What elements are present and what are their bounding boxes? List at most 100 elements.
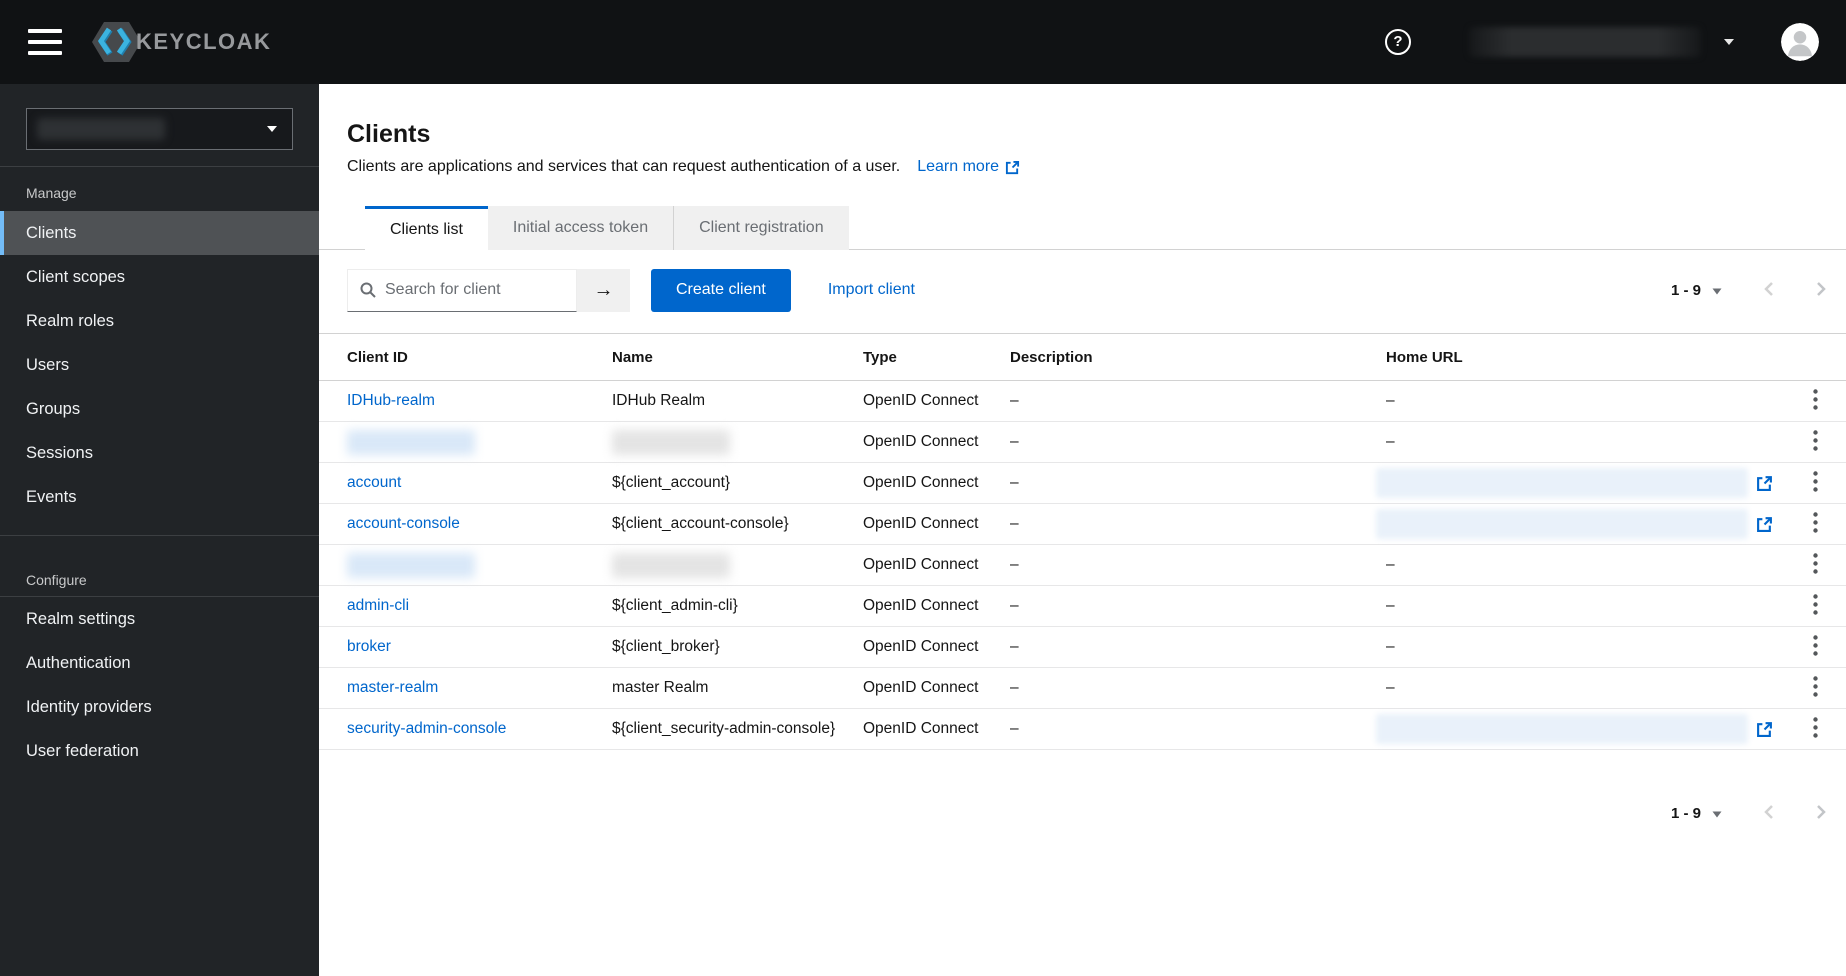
pagination-next-button[interactable] (1812, 800, 1830, 827)
client-id-link-account-console[interactable]: account-console (347, 515, 460, 532)
search-group: → (347, 268, 630, 312)
caret-down-icon (1712, 811, 1722, 818)
pagination-prev-button[interactable] (1760, 800, 1778, 827)
help-icon[interactable]: ? (1385, 29, 1411, 55)
sidebar-item-authentication[interactable]: Authentication (0, 641, 319, 685)
home-url-external-link[interactable] (1756, 721, 1773, 738)
client-name-cell: ${client_account-console} (612, 515, 789, 532)
pagination-range-label: 1 - 9 (1670, 805, 1701, 822)
row-kebab-menu-button[interactable] (1807, 426, 1824, 458)
external-link-icon (1005, 160, 1020, 174)
pagination-next-button[interactable] (1812, 277, 1830, 304)
column-header-description: Description (1010, 348, 1093, 366)
table-row: admin-cli ${client_admin-cli} OpenID Con… (319, 586, 1846, 627)
pagination-range-label: 1 - 9 (1670, 281, 1701, 299)
client-type-cell: OpenID Connect (863, 720, 979, 737)
sidebar-item-sessions[interactable]: Sessions (0, 431, 319, 475)
clients-table: Client ID Name Type Description Home URL… (319, 333, 1846, 750)
client-home-url-cell: – (1386, 433, 1395, 450)
nav-section-title-manage: Manage (26, 185, 77, 201)
learn-more-link[interactable]: Learn more (917, 158, 1020, 176)
create-client-button[interactable]: Create client (651, 268, 791, 312)
client-home-url-cell: – (1386, 392, 1395, 409)
chevron-right-icon (1817, 281, 1826, 296)
table-row: OpenID Connect – – (319, 422, 1846, 463)
client-id-link-master-realm[interactable]: master-realm (347, 679, 438, 696)
sidebar-item-user-federation[interactable]: User federation (0, 729, 319, 773)
search-icon (360, 282, 376, 298)
client-type-cell: OpenID Connect (863, 474, 979, 491)
table-row: security-admin-console ${client_security… (319, 709, 1846, 750)
kebab-icon (1812, 635, 1818, 656)
pagination-prev-button[interactable] (1760, 277, 1778, 304)
main-content: Clients Clients are applications and ser… (319, 84, 1846, 976)
sidebar-item-events[interactable]: Events (0, 475, 319, 519)
home-url-redacted (1376, 468, 1748, 498)
pagination-options-toggle[interactable] (1710, 281, 1724, 300)
pagination-options-toggle[interactable] (1710, 804, 1724, 823)
sidebar-item-identity-providers[interactable]: Identity providers (0, 685, 319, 729)
table-row: account ${client_account} OpenID Connect… (319, 463, 1846, 504)
sidebar-item-users[interactable]: Users (0, 343, 319, 387)
client-type-cell: OpenID Connect (863, 597, 979, 614)
client-type-cell: OpenID Connect (863, 638, 979, 655)
row-kebab-menu-button[interactable] (1807, 631, 1824, 663)
search-submit-button[interactable]: → (577, 268, 630, 312)
kebab-icon (1812, 512, 1818, 533)
client-description-cell: – (1010, 392, 1019, 409)
external-link-icon (1757, 516, 1772, 532)
client-id-link-admin-cli[interactable]: admin-cli (347, 597, 409, 614)
row-kebab-menu-button[interactable] (1807, 385, 1824, 417)
client-description-cell: – (1010, 679, 1019, 696)
import-client-link[interactable]: Import client (828, 281, 915, 299)
home-url-external-link[interactable] (1756, 516, 1773, 533)
client-id-redacted (347, 552, 475, 578)
client-id-link-security-admin-console[interactable]: security-admin-console (347, 720, 506, 737)
tab-client-registration[interactable]: Client registration (673, 206, 849, 250)
chevron-left-icon (1764, 805, 1773, 819)
row-kebab-menu-button[interactable] (1807, 590, 1824, 622)
search-box (347, 268, 577, 312)
row-kebab-menu-button[interactable] (1807, 549, 1824, 581)
tab-clients-list[interactable]: Clients list (365, 206, 488, 251)
client-id-link-idhub-realm[interactable]: IDHub-realm (347, 392, 435, 409)
home-url-external-link[interactable] (1756, 475, 1773, 492)
row-kebab-menu-button[interactable] (1807, 508, 1824, 540)
username-redacted[interactable] (1469, 27, 1701, 57)
client-id-link-account[interactable]: account (347, 474, 401, 491)
sidebar-item-groups[interactable]: Groups (0, 387, 319, 431)
caret-down-icon (267, 126, 277, 132)
row-kebab-menu-button[interactable] (1807, 672, 1824, 704)
client-name-cell: ${client_security-admin-console} (612, 720, 836, 737)
client-description-cell: – (1010, 474, 1019, 491)
realm-selector-dropdown[interactable] (26, 108, 293, 150)
avatar[interactable] (1781, 23, 1819, 61)
sidebar-item-clients[interactable]: Clients (0, 211, 319, 255)
hamburger-icon (28, 29, 62, 33)
kebab-icon (1812, 553, 1818, 574)
client-description-cell: – (1010, 638, 1019, 655)
client-id-link-broker[interactable]: broker (347, 638, 391, 655)
table-row: IDHub-realm IDHub Realm OpenID Connect –… (319, 381, 1846, 422)
column-header-type: Type (863, 348, 897, 366)
row-kebab-menu-button[interactable] (1807, 713, 1824, 745)
home-url-redacted (1376, 714, 1748, 744)
caret-down-icon[interactable] (1723, 38, 1735, 46)
toolbar: → Create client Import client 1 - 9 (347, 268, 1830, 312)
tab-initial-access-token[interactable]: Initial access token (487, 206, 674, 250)
client-home-url-cell: – (1386, 679, 1395, 696)
chevron-left-icon (1764, 281, 1773, 296)
client-name-redacted (612, 429, 730, 455)
row-kebab-menu-button[interactable] (1807, 467, 1824, 499)
search-input[interactable] (385, 281, 555, 299)
header-right: ? (1385, 23, 1819, 61)
sidebar-item-client-scopes[interactable]: Client scopes (0, 255, 319, 299)
sidebar-nav: Manage Clients Client scopes Realm roles Use… (0, 166, 319, 773)
nav-toggle-button[interactable] (28, 29, 62, 55)
sidebar-item-realm-roles[interactable]: Realm roles (0, 299, 319, 343)
sidebar-item-realm-settings[interactable]: Realm settings (0, 597, 319, 641)
page-description: Clients are applications and services th… (347, 158, 901, 175)
kebab-icon (1812, 717, 1818, 738)
table-row: broker ${client_broker} OpenID Connect –… (319, 627, 1846, 668)
pagination-top: 1 - 9 (1671, 277, 1830, 304)
